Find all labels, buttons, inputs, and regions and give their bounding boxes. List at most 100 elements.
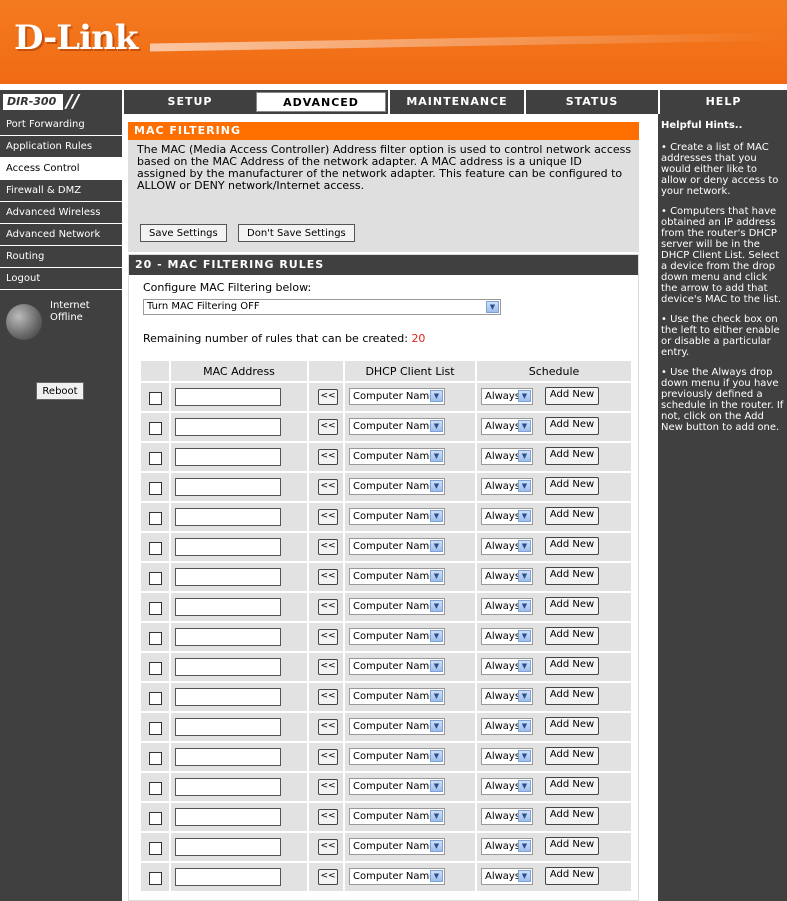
tab-help[interactable]: HELP <box>658 90 787 114</box>
chevron-down-icon[interactable]: ▼ <box>518 480 531 492</box>
save-settings-button[interactable]: Save Settings <box>140 224 227 242</box>
chevron-down-icon[interactable]: ▼ <box>518 540 531 552</box>
sidebar-item-advanced-network[interactable]: Advanced Network <box>0 224 122 246</box>
schedule-select[interactable]: Always ▼ <box>481 868 533 885</box>
chevron-down-icon[interactable]: ▼ <box>430 420 443 432</box>
rule-enable-checkbox[interactable] <box>149 482 162 495</box>
chevron-down-icon[interactable]: ▼ <box>518 420 531 432</box>
rule-enable-checkbox[interactable] <box>149 422 162 435</box>
mac-address-input[interactable] <box>175 448 281 466</box>
chevron-down-icon[interactable]: ▼ <box>518 780 531 792</box>
chevron-down-icon[interactable]: ▼ <box>486 301 499 313</box>
schedule-select[interactable]: Always ▼ <box>481 838 533 855</box>
tab-advanced[interactable]: ADVANCED <box>256 92 386 112</box>
chevron-down-icon[interactable]: ▼ <box>430 510 443 522</box>
dhcp-client-select[interactable]: Computer Name ▼ <box>349 838 445 855</box>
add-new-schedule-button[interactable]: Add New <box>545 597 599 615</box>
chevron-down-icon[interactable]: ▼ <box>518 450 531 462</box>
schedule-select[interactable]: Always ▼ <box>481 508 533 525</box>
chevron-down-icon[interactable]: ▼ <box>430 870 443 882</box>
add-new-schedule-button[interactable]: Add New <box>545 747 599 765</box>
rule-enable-checkbox[interactable] <box>149 842 162 855</box>
dhcp-client-select[interactable]: Computer Name ▼ <box>349 808 445 825</box>
rule-enable-checkbox[interactable] <box>149 452 162 465</box>
add-new-schedule-button[interactable]: Add New <box>545 537 599 555</box>
mac-address-input[interactable] <box>175 598 281 616</box>
rule-enable-checkbox[interactable] <box>149 872 162 885</box>
add-new-schedule-button[interactable]: Add New <box>545 567 599 585</box>
chevron-down-icon[interactable]: ▼ <box>430 810 443 822</box>
add-new-schedule-button[interactable]: Add New <box>545 837 599 855</box>
add-new-schedule-button[interactable]: Add New <box>545 417 599 435</box>
rule-enable-checkbox[interactable] <box>149 752 162 765</box>
add-new-schedule-button[interactable]: Add New <box>545 867 599 885</box>
reboot-button[interactable]: Reboot <box>36 382 84 400</box>
dhcp-client-select[interactable]: Computer Name ▼ <box>349 748 445 765</box>
sidebar-item-advanced-wireless[interactable]: Advanced Wireless <box>0 202 122 224</box>
chevron-down-icon[interactable]: ▼ <box>518 690 531 702</box>
copy-mac-button[interactable]: << <box>318 509 338 525</box>
schedule-select[interactable]: Always ▼ <box>481 778 533 795</box>
chevron-down-icon[interactable]: ▼ <box>430 690 443 702</box>
chevron-down-icon[interactable]: ▼ <box>518 840 531 852</box>
copy-mac-button[interactable]: << <box>318 629 338 645</box>
chevron-down-icon[interactable]: ▼ <box>518 660 531 672</box>
schedule-select[interactable]: Always ▼ <box>481 718 533 735</box>
rule-enable-checkbox[interactable] <box>149 812 162 825</box>
chevron-down-icon[interactable]: ▼ <box>430 540 443 552</box>
chevron-down-icon[interactable]: ▼ <box>518 600 531 612</box>
rule-enable-checkbox[interactable] <box>149 692 162 705</box>
chevron-down-icon[interactable]: ▼ <box>518 870 531 882</box>
rule-enable-checkbox[interactable] <box>149 542 162 555</box>
chevron-down-icon[interactable]: ▼ <box>430 630 443 642</box>
rule-enable-checkbox[interactable] <box>149 572 162 585</box>
chevron-down-icon[interactable]: ▼ <box>518 720 531 732</box>
copy-mac-button[interactable]: << <box>318 749 338 765</box>
tab-status[interactable]: STATUS <box>524 90 658 114</box>
schedule-select[interactable]: Always ▼ <box>481 448 533 465</box>
add-new-schedule-button[interactable]: Add New <box>545 717 599 735</box>
dhcp-client-select[interactable]: Computer Name ▼ <box>349 448 445 465</box>
add-new-schedule-button[interactable]: Add New <box>545 447 599 465</box>
chevron-down-icon[interactable]: ▼ <box>430 390 443 402</box>
chevron-down-icon[interactable]: ▼ <box>518 630 531 642</box>
dhcp-client-select[interactable]: Computer Name ▼ <box>349 598 445 615</box>
mac-address-input[interactable] <box>175 478 281 496</box>
copy-mac-button[interactable]: << <box>318 869 338 885</box>
rule-enable-checkbox[interactable] <box>149 632 162 645</box>
mac-address-input[interactable] <box>175 628 281 646</box>
copy-mac-button[interactable]: << <box>318 419 338 435</box>
chevron-down-icon[interactable]: ▼ <box>518 390 531 402</box>
chevron-down-icon[interactable]: ▼ <box>430 750 443 762</box>
sidebar-item-firewall-dmz[interactable]: Firewall & DMZ <box>0 180 122 202</box>
tab-setup[interactable]: SETUP <box>122 90 256 114</box>
mac-address-input[interactable] <box>175 658 281 676</box>
schedule-select[interactable]: Always ▼ <box>481 388 533 405</box>
chevron-down-icon[interactable]: ▼ <box>518 510 531 522</box>
chevron-down-icon[interactable]: ▼ <box>430 780 443 792</box>
copy-mac-button[interactable]: << <box>318 719 338 735</box>
copy-mac-button[interactable]: << <box>318 389 338 405</box>
add-new-schedule-button[interactable]: Add New <box>545 627 599 645</box>
schedule-select[interactable]: Always ▼ <box>481 418 533 435</box>
add-new-schedule-button[interactable]: Add New <box>545 807 599 825</box>
schedule-select[interactable]: Always ▼ <box>481 628 533 645</box>
schedule-select[interactable]: Always ▼ <box>481 538 533 555</box>
mac-address-input[interactable] <box>175 508 281 526</box>
dhcp-client-select[interactable]: Computer Name ▼ <box>349 538 445 555</box>
dont-save-settings-button[interactable]: Don't Save Settings <box>238 224 355 242</box>
chevron-down-icon[interactable]: ▼ <box>518 750 531 762</box>
copy-mac-button[interactable]: << <box>318 449 338 465</box>
copy-mac-button[interactable]: << <box>318 599 338 615</box>
rule-enable-checkbox[interactable] <box>149 782 162 795</box>
sidebar-item-routing[interactable]: Routing <box>0 246 122 268</box>
sidebar-item-logout[interactable]: Logout <box>0 268 122 290</box>
schedule-select[interactable]: Always ▼ <box>481 658 533 675</box>
dhcp-client-select[interactable]: Computer Name ▼ <box>349 688 445 705</box>
chevron-down-icon[interactable]: ▼ <box>518 810 531 822</box>
dhcp-client-select[interactable]: Computer Name ▼ <box>349 778 445 795</box>
sidebar-item-port-forwarding[interactable]: Port Forwarding <box>0 114 122 136</box>
chevron-down-icon[interactable]: ▼ <box>430 600 443 612</box>
sidebar-item-application-rules[interactable]: Application Rules <box>0 136 122 158</box>
add-new-schedule-button[interactable]: Add New <box>545 777 599 795</box>
